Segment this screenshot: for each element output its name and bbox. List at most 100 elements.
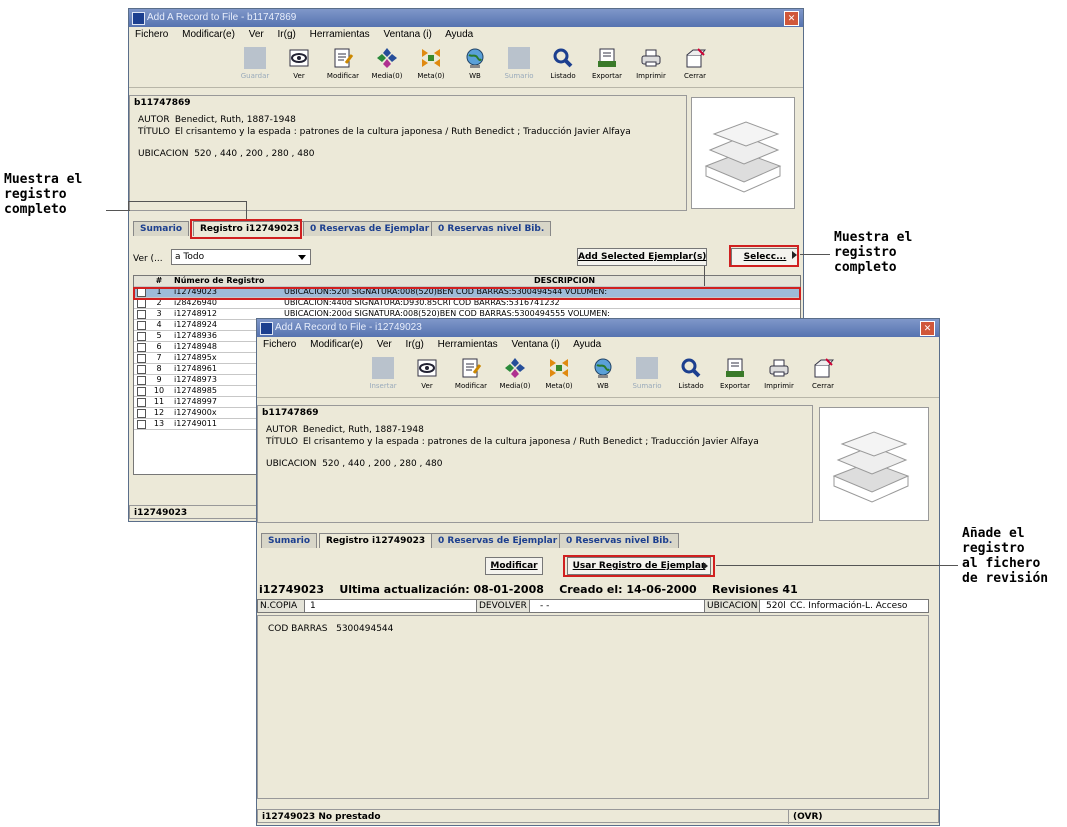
summary-button[interactable]: Sumario [497,43,541,80]
row-number: 4 [156,320,162,329]
save-button[interactable]: Guardar [233,43,277,80]
meta-button[interactable]: Meta(0) [409,43,453,80]
row-checkbox[interactable] [137,420,146,429]
row-record-number: i1274895x [174,353,217,362]
print-button[interactable]: Imprimir [757,353,801,390]
callout-left-connector-v2 [128,201,129,210]
window-main-titlebar[interactable]: Add A Record to File - b11747869 ✕ [129,9,803,27]
autor-label: AUTOR [266,425,298,435]
row-checkbox[interactable] [137,354,146,363]
export-button[interactable]: Exportar [713,353,757,390]
row-checkbox[interactable] [137,321,146,330]
item-summary-line: i12749023 Ultima actualización: 08-01-20… [259,583,798,596]
menu-ver[interactable]: Ver [377,339,392,350]
edit-button[interactable]: Modificar [449,353,493,390]
wb-button[interactable]: WB [581,353,625,390]
print-button[interactable]: Imprimir [629,43,673,80]
summary-button[interactable]: Sumario [625,353,669,390]
media-icon [376,47,398,69]
row-checkbox[interactable] [137,387,146,396]
bib-info-pane: b11747869 AUTOR Benedict, Ruth, 1887-194… [257,405,813,523]
row-checkbox[interactable] [137,332,146,341]
media-button[interactable]: Media(0) [493,353,537,390]
row-number: 8 [156,364,162,373]
row-checkbox[interactable] [137,310,146,319]
menu-ayuda[interactable]: Ayuda [573,339,601,350]
close-button[interactable]: Cerrar [673,43,717,80]
menu-ir[interactable]: Ir(g) [406,339,424,350]
ubicacion-value: 520 , 440 , 200 , 280 , 480 [194,149,315,159]
export-button[interactable]: Exportar [585,43,629,80]
row-number: 6 [156,342,162,351]
tab-reservas-bib[interactable]: 0 Reservas nivel Bib. [431,221,552,236]
export-icon [596,47,618,69]
summary-icon [636,357,658,379]
menu-fichero[interactable]: Fichero [135,29,168,40]
menu-ver[interactable]: Ver [249,29,264,40]
close-button[interactable]: Cerrar [801,353,845,390]
list-button[interactable]: Listado [669,353,713,390]
row-checkbox[interactable] [137,409,146,418]
tab-sumario[interactable]: Sumario [261,533,318,548]
row-number: 13 [153,419,165,428]
callout-right: Muestra el registro completo [834,230,913,275]
add-selected-button[interactable]: Add Selected Ejemplar(s) [577,248,707,266]
view-dropdown[interactable]: a Todo [171,249,311,265]
close-icon[interactable]: ✕ [784,11,799,26]
last-update: Ultima actualización: 08-01-2008 [339,583,544,596]
menu-herramientas[interactable]: Herramientas [438,339,498,350]
tab-registro[interactable]: Registro i12749023 [319,533,433,548]
row-checkbox[interactable] [137,299,146,308]
menu-ir[interactable]: Ir(g) [278,29,296,40]
media-button[interactable]: Media(0) [365,43,409,80]
view-dropdown-value: a Todo [175,252,205,262]
row-record-number: i12748973 [174,375,217,384]
menu-herramientas[interactable]: Herramientas [310,29,370,40]
menu-ventana[interactable]: Ventana (i) [383,29,431,40]
devolver-value: - - [540,601,550,611]
menu-ventana[interactable]: Ventana (i) [511,339,559,350]
row-checkbox[interactable] [137,365,146,374]
row-record-number: i12748948 [174,342,217,351]
media-icon [504,357,526,379]
item-fixed-fields: N.COPIA 1 DEVOLVER - - UBICACION 520l CC… [257,599,929,613]
magnifier-icon [552,47,574,69]
magnifier-icon [680,357,702,379]
ubicacion-label: UBICACION [138,149,189,159]
view-button[interactable]: Ver [405,353,449,390]
insert-button[interactable]: Insertar [361,353,405,390]
menubar: Fichero Modificar(e) Ver Ir(g) Herramien… [257,337,939,353]
barcode-label: COD BARRAS [268,624,328,634]
menu-ayuda[interactable]: Ayuda [445,29,473,40]
view-button[interactable]: Ver [277,43,321,80]
app-icon [260,322,273,335]
cursor-icon [703,562,708,570]
close-icon[interactable]: ✕ [920,321,935,336]
items-table-header: # Número de Registro DESCRIPCION [134,276,800,287]
titulo-value: El crisantemo y la espada : patrones de … [174,127,631,137]
bib-info-pane: b11747869 AUTOR Benedict, Ruth, 1887-194… [129,95,687,211]
tab-sumario[interactable]: Sumario [133,221,190,236]
menu-modificar[interactable]: Modificar(e) [182,29,235,40]
window-record-titlebar[interactable]: Add A Record to File - i12749023 ✕ [257,319,939,337]
list-button[interactable]: Listado [541,43,585,80]
menu-fichero[interactable]: Fichero [263,339,296,350]
row-checkbox[interactable] [137,343,146,352]
row-checkbox[interactable] [137,376,146,385]
window-record-title: Add A Record to File - i12749023 [275,322,422,333]
row-checkbox[interactable] [137,398,146,407]
meta-button[interactable]: Meta(0) [537,353,581,390]
ubicacion-value: 520 , 440 , 200 , 280 , 480 [322,459,443,469]
edit-button[interactable]: Modificar [321,43,365,80]
tab-reservas-ejemplar[interactable]: 0 Reservas de Ejemplar [431,533,565,548]
ncopia-label: N.COPIA [258,600,305,612]
chevron-down-icon [298,255,306,260]
tab-reservas-ejemplar[interactable]: 0 Reservas de Ejemplar [303,221,437,236]
callout-left-line [106,210,130,211]
tab-reservas-bib[interactable]: 0 Reservas nivel Bib. [559,533,680,548]
menu-modificar[interactable]: Modificar(e) [310,339,363,350]
wb-button[interactable]: WB [453,43,497,80]
eye-icon [288,47,310,69]
modify-button[interactable]: Modificar [485,557,543,575]
revisions: Revisiones 41 [712,583,798,596]
